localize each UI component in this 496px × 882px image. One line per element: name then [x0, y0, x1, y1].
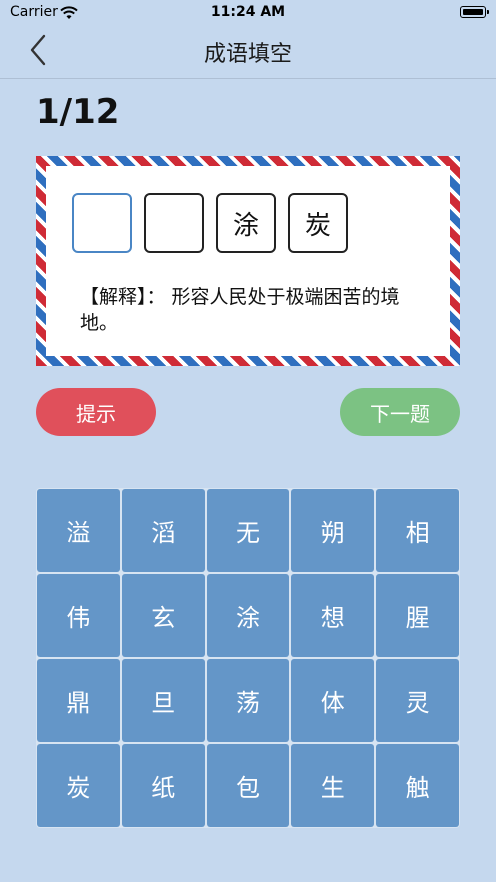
- character-tile[interactable]: 包: [206, 744, 290, 827]
- question-card-body: 涂 炭 【解释】： 形容人民处于极端困苦的境地。: [46, 166, 450, 356]
- character-tile[interactable]: 触: [376, 744, 459, 827]
- navigation-bar: 成语填空: [0, 26, 496, 79]
- character-tile[interactable]: 想: [291, 574, 375, 657]
- character-tile[interactable]: 炭: [37, 744, 120, 827]
- character-tile[interactable]: 溢: [37, 489, 120, 572]
- character-tile[interactable]: 伟: [37, 574, 120, 657]
- character-tile[interactable]: 生: [291, 744, 375, 827]
- character-tile[interactable]: 玄: [121, 574, 205, 657]
- answer-slot-2[interactable]: [144, 193, 204, 253]
- character-tile[interactable]: 无: [206, 489, 290, 572]
- character-tile[interactable]: 鼎: [37, 659, 120, 742]
- character-tile[interactable]: 滔: [121, 489, 205, 572]
- character-tile[interactable]: 腥: [376, 574, 459, 657]
- hint-button[interactable]: 提示: [36, 388, 156, 436]
- character-tile[interactable]: 涂: [206, 574, 290, 657]
- status-bar: Carrier 11:24 AM: [0, 0, 496, 26]
- status-time: 11:24 AM: [210, 4, 286, 20]
- page-title: 成语填空: [203, 42, 292, 67]
- character-tile[interactable]: 旦: [121, 659, 205, 742]
- answer-slot-3[interactable]: 涂: [216, 193, 276, 253]
- answer-slot-1[interactable]: [72, 193, 132, 253]
- next-question-button[interactable]: 下一题: [340, 388, 460, 436]
- character-tile[interactable]: 纸: [121, 744, 205, 827]
- airmail-question-card: 涂 炭 【解释】： 形容人民处于极端困苦的境地。: [36, 156, 460, 366]
- character-tile[interactable]: 朔: [291, 489, 375, 572]
- character-tile[interactable]: 荡: [206, 659, 290, 742]
- question-progress: 1/12: [36, 92, 120, 132]
- idiom-explanation: 【解释】： 形容人民处于极端困苦的境地。: [80, 286, 400, 334]
- character-tile[interactable]: 相: [376, 489, 459, 572]
- character-tile[interactable]: 体: [291, 659, 375, 742]
- idiom-fill-screen: Carrier 11:24 AM 成语填空 1/12 涂 炭 【解释】： 形容人…: [0, 0, 496, 882]
- character-grid: 溢 滔 无 朔 相 伟 玄 涂 想 腥 鼎 旦 荡 体 灵 炭 纸 包 生 触: [36, 488, 460, 828]
- answer-slot-4[interactable]: 炭: [288, 193, 348, 253]
- character-tile[interactable]: 灵: [376, 659, 459, 742]
- battery-icon: [460, 6, 489, 18]
